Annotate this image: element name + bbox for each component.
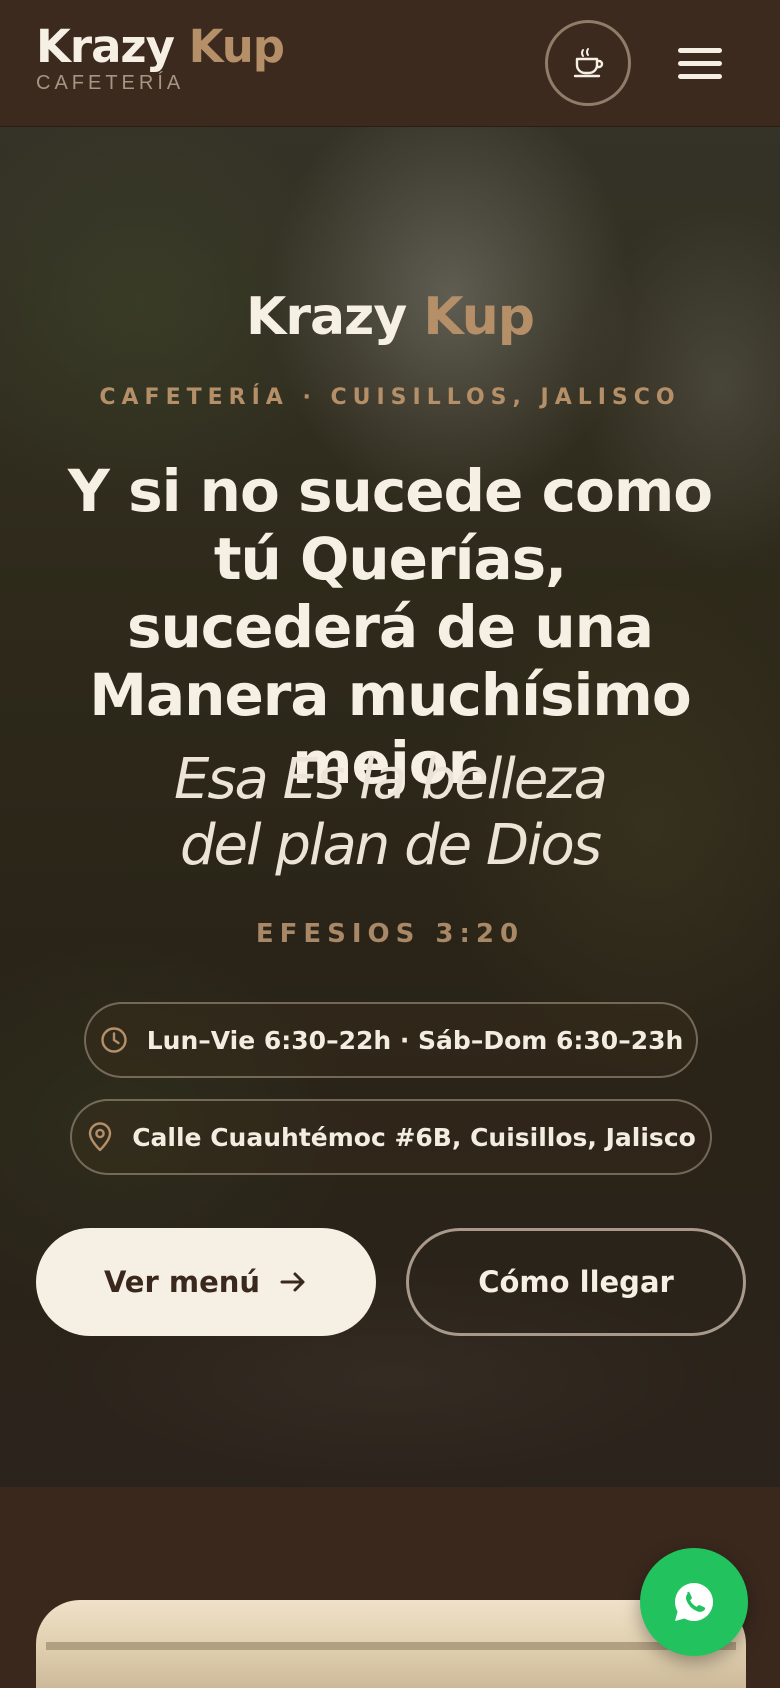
brand-name-second: Kup: [188, 20, 285, 73]
hero-quote-line-2: del plan de Dios: [180, 813, 602, 878]
site-header: Krazy Kup CAFETERÍA: [0, 0, 780, 127]
view-menu-label: Ver menú: [103, 1265, 261, 1299]
brand-name: Krazy Kup: [36, 20, 285, 74]
coffee-cup-icon: [573, 48, 604, 78]
view-menu-button[interactable]: Ver menú: [36, 1228, 376, 1336]
brand-logo[interactable]: Krazy Kup CAFETERÍA: [36, 20, 285, 95]
hamburger-line: [678, 73, 722, 79]
brand-subtitle: CAFETERÍA: [36, 72, 185, 94]
hero-title: Y si no sucede como tú Querías, sucederá…: [67, 457, 713, 797]
clock-icon: [101, 1027, 127, 1053]
hero-brand: Krazy Kup: [0, 287, 780, 347]
featured-image-card: [36, 1600, 746, 1688]
hamburger-line: [678, 60, 722, 66]
arrow-right-icon: [280, 1272, 305, 1292]
hours-pill: Lun–Vie 6:30–22h · Sáb–Dom 6:30–23h: [84, 1002, 698, 1078]
hamburger-menu-button[interactable]: [672, 40, 728, 86]
hours-text: Lun–Vie 6:30–22h · Sáb–Dom 6:30–23h: [146, 1025, 684, 1055]
directions-button[interactable]: Cómo llegar: [406, 1228, 746, 1336]
hero-section: Krazy Kup CAFETERÍA · CUISILLOS, JALISCO…: [0, 127, 780, 1487]
hero-eyebrow: CAFETERÍA · CUISILLOS, JALISCO: [99, 385, 681, 410]
whatsapp-button[interactable]: [640, 1548, 748, 1656]
directions-label: Cómo llegar: [478, 1265, 674, 1299]
hero-brand-first: Krazy: [246, 287, 407, 347]
whatsapp-icon: [674, 1583, 714, 1621]
hero-quote: Esa Es la belleza del plan de Dios: [60, 747, 720, 879]
coffee-cup-button[interactable]: [545, 20, 631, 106]
hero-verse: EFESIOS 3:20: [255, 919, 525, 949]
hero-brand-second: Kup: [423, 287, 535, 347]
brand-name-first: Krazy: [36, 20, 175, 73]
map-pin-icon: [88, 1122, 112, 1152]
hamburger-menu-icon: [678, 47, 722, 53]
address-pill[interactable]: Calle Cuauhtémoc #6B, Cuisillos, Jalisco: [70, 1099, 712, 1175]
hero-quote-line-1: Esa Es la belleza: [174, 747, 608, 812]
address-text: Calle Cuauhtémoc #6B, Cuisillos, Jalisco: [132, 1122, 696, 1152]
